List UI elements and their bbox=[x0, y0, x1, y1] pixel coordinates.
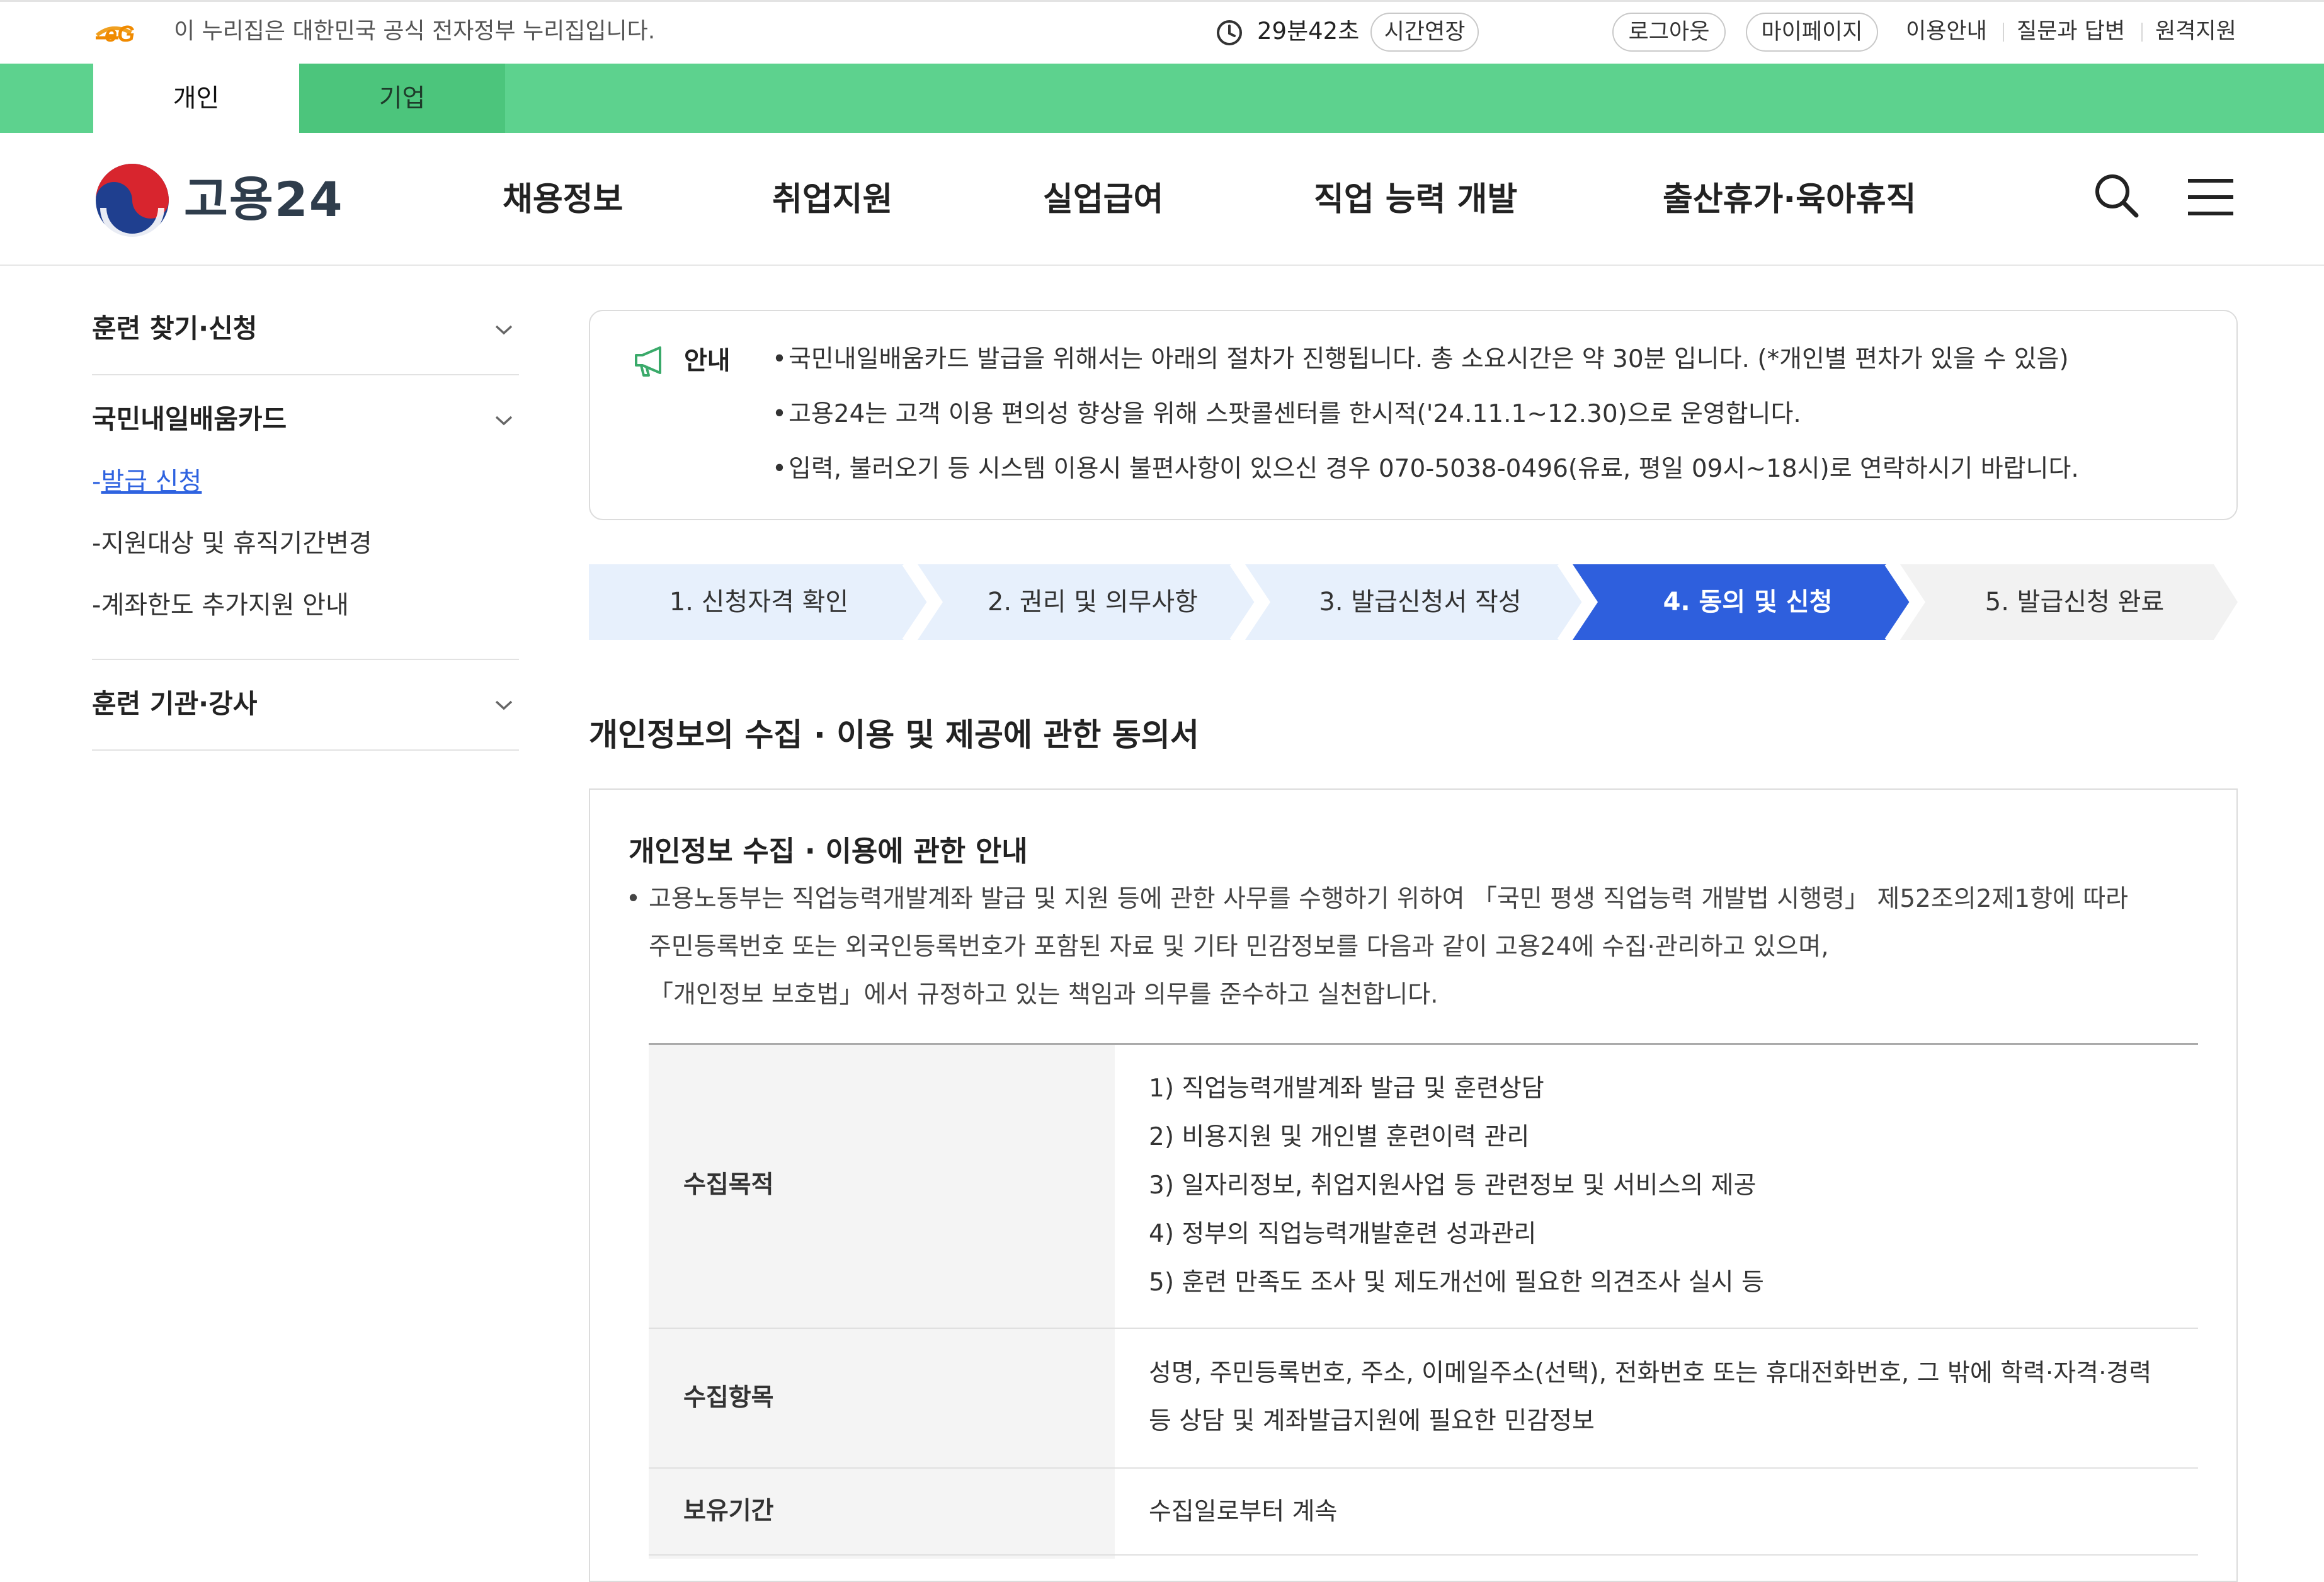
sidebar-section-institutions[interactable]: 훈련 기관·강사 bbox=[92, 685, 257, 723]
nav-parental-leave[interactable]: 출산휴가·육아휴직 bbox=[1663, 174, 1916, 225]
table-row-divider bbox=[649, 1328, 2198, 1329]
step-5: 5. 발급신청 완료 bbox=[1985, 588, 2165, 617]
notice-line: •국민내일배움카드 발급을 위해서는 아래의 절차가 진행됩니다. 총 소요시간… bbox=[772, 345, 2069, 373]
sidebar-item-card-issue[interactable]: -발급 신청 bbox=[92, 464, 202, 500]
divider bbox=[2141, 23, 2143, 42]
table-row-label: 수집목적 bbox=[683, 1171, 774, 1199]
session-timer: 29분42초 bbox=[1257, 18, 1360, 45]
sidebar-item-label[interactable]: 계좌한도 추가지원 안내 bbox=[101, 591, 348, 620]
notice-label: 안내 bbox=[684, 346, 731, 375]
taegeuk-logo-icon[interactable] bbox=[93, 161, 171, 239]
tab-business[interactable]: 기업 bbox=[299, 64, 505, 133]
remote-support-link[interactable]: 원격지원 bbox=[2155, 16, 2236, 47]
step-3: 3. 발급신청서 작성 bbox=[1319, 588, 1522, 617]
mypage-button[interactable]: 마이페이지 bbox=[1746, 13, 1878, 52]
table-cell: 3) 일자리정보, 취업지원사업 등 관련정보 및 서비스의 제공 bbox=[1149, 1171, 1757, 1200]
svg-text:eG: eG bbox=[105, 21, 135, 47]
step-1: 1. 신청자격 확인 bbox=[669, 588, 849, 617]
table-row-label: 수집항목 bbox=[683, 1384, 774, 1412]
divider bbox=[92, 374, 519, 375]
extend-session-button[interactable]: 시간연장 bbox=[1370, 13, 1479, 52]
divider bbox=[92, 749, 519, 751]
tab-personal[interactable]: 개인 bbox=[93, 64, 299, 133]
sidebar-section-training-search[interactable]: 훈련 찾기·신청 bbox=[92, 310, 257, 348]
divider bbox=[2003, 23, 2004, 42]
table-cell: 등 상담 및 계좌발급지원에 필요한 민감정보 bbox=[1149, 1407, 1595, 1435]
table-cell: 5) 훈련 만족도 조사 및 제도개선에 필요한 의견조사 실시 등 bbox=[1149, 1268, 1764, 1297]
intro-line: 고용노동부는 직업능력개발계좌 발급 및 지원 등에 관한 사무를 수행하기 위… bbox=[649, 885, 2129, 913]
table-row-divider bbox=[649, 1554, 2198, 1556]
nav-unemployment-benefit[interactable]: 실업급여 bbox=[1043, 174, 1163, 225]
intro-line: 주민등록번호 또는 외국인등록번호가 포함된 자료 및 기타 민감정보를 다음과… bbox=[649, 933, 1829, 961]
sidebar-section-learning-card[interactable]: 국민내일배움카드 bbox=[92, 401, 287, 438]
chevron-down-icon[interactable] bbox=[493, 698, 515, 713]
sidebar-item-limit-support[interactable]: -계좌한도 추가지원 안내 bbox=[92, 587, 349, 623]
table-top-border bbox=[649, 1043, 2198, 1045]
table-cell: 1) 직업능력개발계좌 발급 및 훈련상담 bbox=[1149, 1074, 1544, 1103]
nav-jobs[interactable]: 채용정보 bbox=[503, 174, 623, 225]
table-row-label: 보유기간 bbox=[683, 1497, 774, 1525]
chevron-down-icon[interactable] bbox=[493, 413, 515, 428]
divider bbox=[92, 659, 519, 660]
table-cell: 4) 정부의 직업능력개발훈련 성과관리 bbox=[1149, 1220, 1537, 1248]
egov-logo-icon: eG bbox=[96, 21, 135, 47]
step-progress-bar: 1. 신청자격 확인 2. 권리 및 의무사항 3. 발급신청서 작성 4. 동… bbox=[589, 564, 2238, 640]
bullet: • bbox=[626, 885, 641, 913]
logout-button[interactable]: 로그아웃 bbox=[1612, 13, 1726, 52]
sidebar-item-label[interactable]: 지원대상 및 휴직기간변경 bbox=[101, 529, 372, 558]
sidebar-item-eligibility[interactable]: -지원대상 및 휴직기간변경 bbox=[92, 525, 372, 562]
consent-heading: 개인정보의 수집 · 이용 및 제공에 관한 동의서 bbox=[589, 717, 1199, 753]
hamburger-menu-icon[interactable] bbox=[2185, 176, 2236, 218]
table-cell: 2) 비용지원 및 개인별 훈련이력 관리 bbox=[1149, 1123, 1530, 1151]
table-cell: 수집일로부터 계속 bbox=[1149, 1498, 1338, 1526]
site-name[interactable]: 고용24 bbox=[184, 165, 344, 234]
usage-guide-link[interactable]: 이용안내 bbox=[1906, 16, 1987, 47]
search-icon[interactable] bbox=[2091, 170, 2141, 220]
step-2: 2. 권리 및 의무사항 bbox=[988, 588, 1198, 617]
chevron-down-icon[interactable] bbox=[493, 322, 515, 338]
collection-section-title: 개인정보 수집 · 이용에 관한 안내 bbox=[629, 834, 1028, 868]
clock-icon bbox=[1217, 20, 1242, 45]
table-row-divider bbox=[649, 1467, 2198, 1469]
nav-skill-development[interactable]: 직업 능력 개발 bbox=[1314, 174, 1517, 225]
megaphone-icon bbox=[635, 346, 661, 377]
intro-line: 「개인정보 보호법」에서 규정하고 있는 책임과 의무를 준수하고 실천합니다. bbox=[649, 981, 1438, 1009]
step-4-current: 4. 동의 및 신청 bbox=[1663, 588, 1833, 617]
notice-line: •고용24는 고객 이용 편의성 향상을 위해 스팟콜센터를 한시적('24.1… bbox=[772, 400, 1801, 428]
notice-line: •입력, 불러오기 등 시스템 이용시 불편사항이 있으신 경우 070-503… bbox=[772, 455, 2079, 483]
sidebar-item-label[interactable]: 발급 신청 bbox=[101, 467, 202, 496]
qna-link[interactable]: 질문과 답변 bbox=[2017, 16, 2125, 47]
nav-employment-support[interactable]: 취업지원 bbox=[772, 174, 892, 225]
table-cell: 성명, 주민등록번호, 주소, 이메일주소(선택), 전화번호 또는 휴대전화번… bbox=[1149, 1359, 2152, 1387]
gov-notice-text: 이 누리집은 대한민국 공식 전자정부 누리집입니다. bbox=[174, 18, 656, 44]
